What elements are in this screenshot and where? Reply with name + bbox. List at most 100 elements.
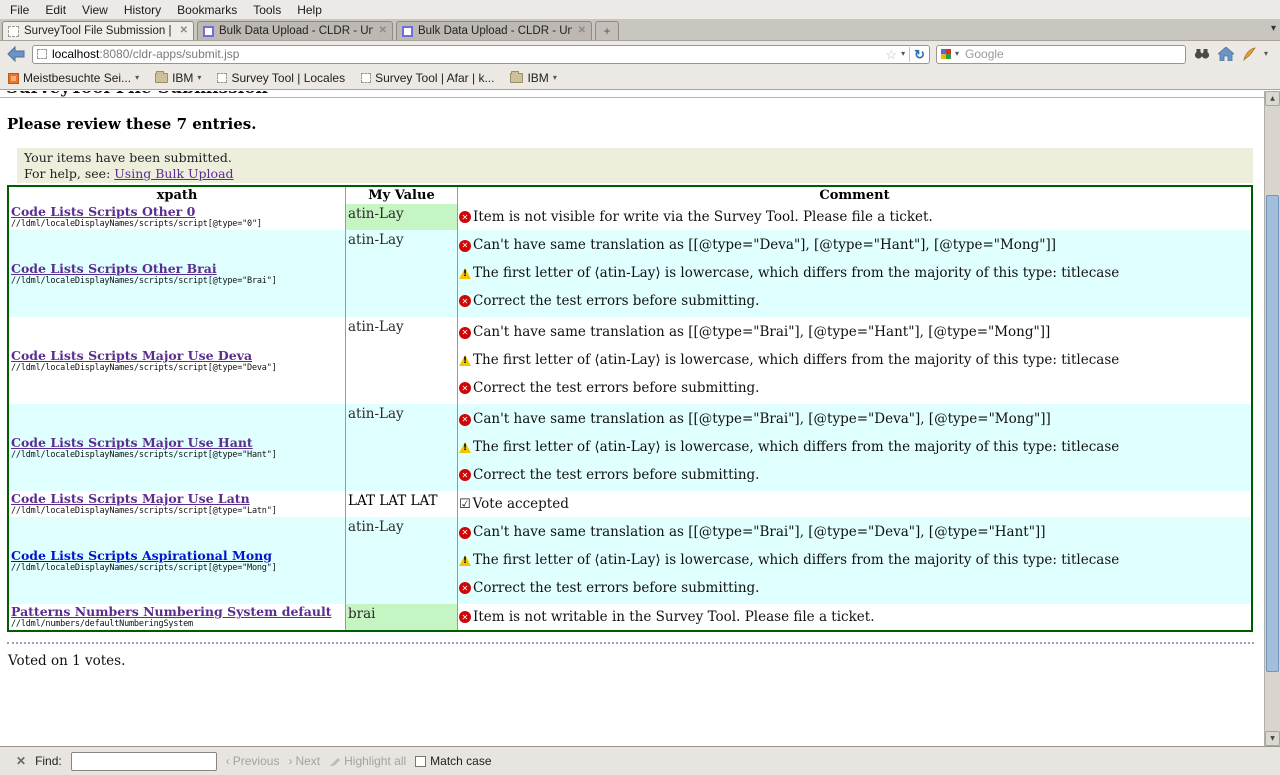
reload-icon[interactable]: ↻: [914, 48, 925, 61]
find-bar: ✕ Find: ‹ Previous › Next Highlight all …: [0, 746, 1280, 775]
match-case-label: Match case: [430, 754, 491, 768]
new-tab-button[interactable]: +: [595, 21, 619, 40]
vertical-scrollbar[interactable]: ▲ ▼: [1264, 91, 1280, 746]
comment-text: Vote accepted: [473, 497, 569, 512]
using-bulk-upload-link[interactable]: Using Bulk Upload: [114, 166, 233, 181]
bookmark-most-visited[interactable]: Meistbesuchte Sei... ▾: [8, 71, 139, 85]
search-engine-chevron-icon[interactable]: ▾: [955, 50, 959, 58]
xpath-link[interactable]: Code Lists Scripts Major Use Latn: [11, 492, 345, 506]
xpath-link[interactable]: Code Lists Scripts Other Brai: [11, 262, 345, 276]
error-icon: ✕: [459, 327, 471, 339]
divider: [909, 47, 910, 62]
comment-line: ✕Item is not writable in the Survey Tool…: [459, 610, 1251, 625]
binoculars-icon[interactable]: [1194, 48, 1210, 60]
tab-bar: SurveyTool File Submission | ... ✕ Bulk …: [0, 19, 1280, 41]
bookmark-label: Meistbesuchte Sei...: [23, 71, 131, 85]
xpath-link[interactable]: Code Lists Scripts Major Use Deva: [11, 349, 345, 363]
xpath-link[interactable]: Code Lists Scripts Major Use Hant: [11, 436, 345, 450]
find-close-icon[interactable]: ✕: [16, 754, 26, 768]
xpath-link[interactable]: Code Lists Scripts Aspirational Mong: [11, 549, 345, 563]
comment-text: The first letter of ⟨atin-Lay⟩ is lowerc…: [473, 266, 1119, 281]
comment-line: ☑Vote accepted: [459, 497, 1251, 512]
menu-view[interactable]: View: [74, 1, 116, 19]
tab-close-icon[interactable]: ✕: [578, 26, 586, 36]
default-favicon: [8, 26, 19, 37]
scroll-down-button[interactable]: ▼: [1265, 731, 1280, 746]
default-favicon: [217, 73, 227, 83]
xpath-link[interactable]: Patterns Numbers Numbering System defaul…: [11, 605, 345, 619]
match-case-checkbox[interactable]: Match case: [415, 754, 491, 768]
menu-file[interactable]: File: [2, 1, 37, 19]
search-input[interactable]: [963, 46, 1181, 62]
column-header-comment: Comment: [457, 187, 1251, 204]
cldr-favicon: [402, 26, 413, 37]
menu-help[interactable]: Help: [289, 1, 330, 19]
comment-text: Can't have same translation as [[@type="…: [473, 238, 1056, 253]
home-icon[interactable]: [1218, 47, 1234, 61]
chevron-down-icon: ▾: [197, 74, 201, 82]
folder-icon: [510, 73, 523, 83]
menu-edit[interactable]: Edit: [37, 1, 74, 19]
highlight-all-button[interactable]: Highlight all: [329, 754, 406, 768]
my-value-cell: atin-Lay: [345, 204, 457, 230]
page-title: Please review these 7 entries.: [7, 115, 1264, 133]
find-previous-button[interactable]: ‹ Previous: [226, 754, 280, 768]
scroll-up-button[interactable]: ▲: [1265, 91, 1280, 106]
url-dropdown-chevron-icon[interactable]: ▾: [901, 50, 905, 58]
xpath-cell: Code Lists Scripts Major Use Latn //ldml…: [9, 491, 345, 517]
scrollbar-thumb[interactable]: [1266, 195, 1279, 672]
xpath-value: //ldml/localeDisplayNames/scripts/script…: [11, 219, 345, 229]
xpath-value: //ldml/localeDisplayNames/scripts/script…: [11, 276, 345, 286]
tab-title: Bulk Data Upload - CLDR - Un...: [219, 25, 373, 37]
notice-line2: For help, see: Using Bulk Upload: [24, 166, 1246, 182]
vote-count-text: Voted on 1 votes.: [8, 653, 1264, 669]
comment-text: Can't have same translation as [[@type="…: [473, 325, 1050, 340]
tab-close-icon[interactable]: ✕: [379, 26, 387, 36]
menu-tools[interactable]: Tools: [245, 1, 289, 19]
table-row: Code Lists Scripts Other 0 //ldml/locale…: [9, 204, 1251, 230]
comment-line: ✕Can't have same translation as [[@type=…: [459, 325, 1251, 340]
my-value-cell: brai: [345, 604, 457, 630]
menu-history[interactable]: History: [116, 1, 169, 19]
my-value-cell: atin-Lay: [345, 230, 457, 317]
bookmark-surveytool-afar[interactable]: Survey Tool | Afar | k...: [361, 71, 494, 85]
find-label: Find:: [35, 754, 62, 768]
xpath-cell: Code Lists Scripts Other 0 //ldml/locale…: [9, 204, 345, 230]
folder-icon: [155, 73, 168, 83]
find-input[interactable]: [71, 752, 217, 771]
toolbar-overflow-chevron-icon[interactable]: ▾: [1264, 50, 1268, 58]
error-icon: ✕: [459, 414, 471, 426]
table-header-row: xpath My Value Comment: [9, 187, 1251, 204]
xpath-cell: Code Lists Scripts Major Use Deva //ldml…: [9, 317, 345, 404]
tab-list-chevron-icon[interactable]: ▾: [1271, 23, 1276, 34]
bookmark-folder-ibm-1[interactable]: IBM ▾: [155, 71, 201, 85]
table-row: Code Lists Scripts Major Use Deva //ldml…: [9, 317, 1251, 404]
back-button[interactable]: [6, 44, 26, 64]
bookmark-star-icon[interactable]: ☆: [885, 48, 897, 61]
bookmark-folder-ibm-2[interactable]: IBM ▾: [510, 71, 556, 85]
url-bar[interactable]: localhost:8080/cldr-apps/submit.jsp ☆ ▾ …: [32, 45, 930, 64]
bookmark-label: Survey Tool | Locales: [231, 71, 345, 85]
tab-surveytool-submission[interactable]: SurveyTool File Submission | ... ✕: [2, 21, 194, 40]
tab-bulk-upload-1[interactable]: Bulk Data Upload - CLDR - Un... ✕: [197, 21, 393, 40]
comment-text: Can't have same translation as [[@type="…: [473, 525, 1045, 540]
tab-bulk-upload-2[interactable]: Bulk Data Upload - CLDR - Un... ✕: [396, 21, 592, 40]
xpath-link[interactable]: Code Lists Scripts Other 0: [11, 205, 345, 219]
column-header-xpath: xpath: [9, 188, 345, 203]
search-bar[interactable]: ▾: [936, 45, 1186, 64]
menu-bookmarks[interactable]: Bookmarks: [169, 1, 245, 19]
tab-close-icon[interactable]: ✕: [180, 26, 188, 36]
comment-cell: ✕Can't have same translation as [[@type=…: [457, 517, 1251, 604]
google-icon: [941, 49, 951, 59]
bookmark-label: Survey Tool | Afar | k...: [375, 71, 494, 85]
dotted-separator: [7, 642, 1254, 644]
bookmark-surveytool-locales[interactable]: Survey Tool | Locales: [217, 71, 345, 85]
xpath-cell: Code Lists Scripts Aspirational Mong //l…: [9, 517, 345, 604]
my-value-cell: atin-Lay: [345, 317, 457, 404]
comment-line: ✕Item is not visible for write via the S…: [459, 210, 1251, 225]
find-next-button[interactable]: › Next: [288, 754, 320, 768]
warning-icon: [459, 442, 471, 453]
warning-icon: [459, 355, 471, 366]
quill-icon[interactable]: [1242, 47, 1256, 61]
xpath-value: //ldml/localeDisplayNames/scripts/script…: [11, 363, 345, 373]
